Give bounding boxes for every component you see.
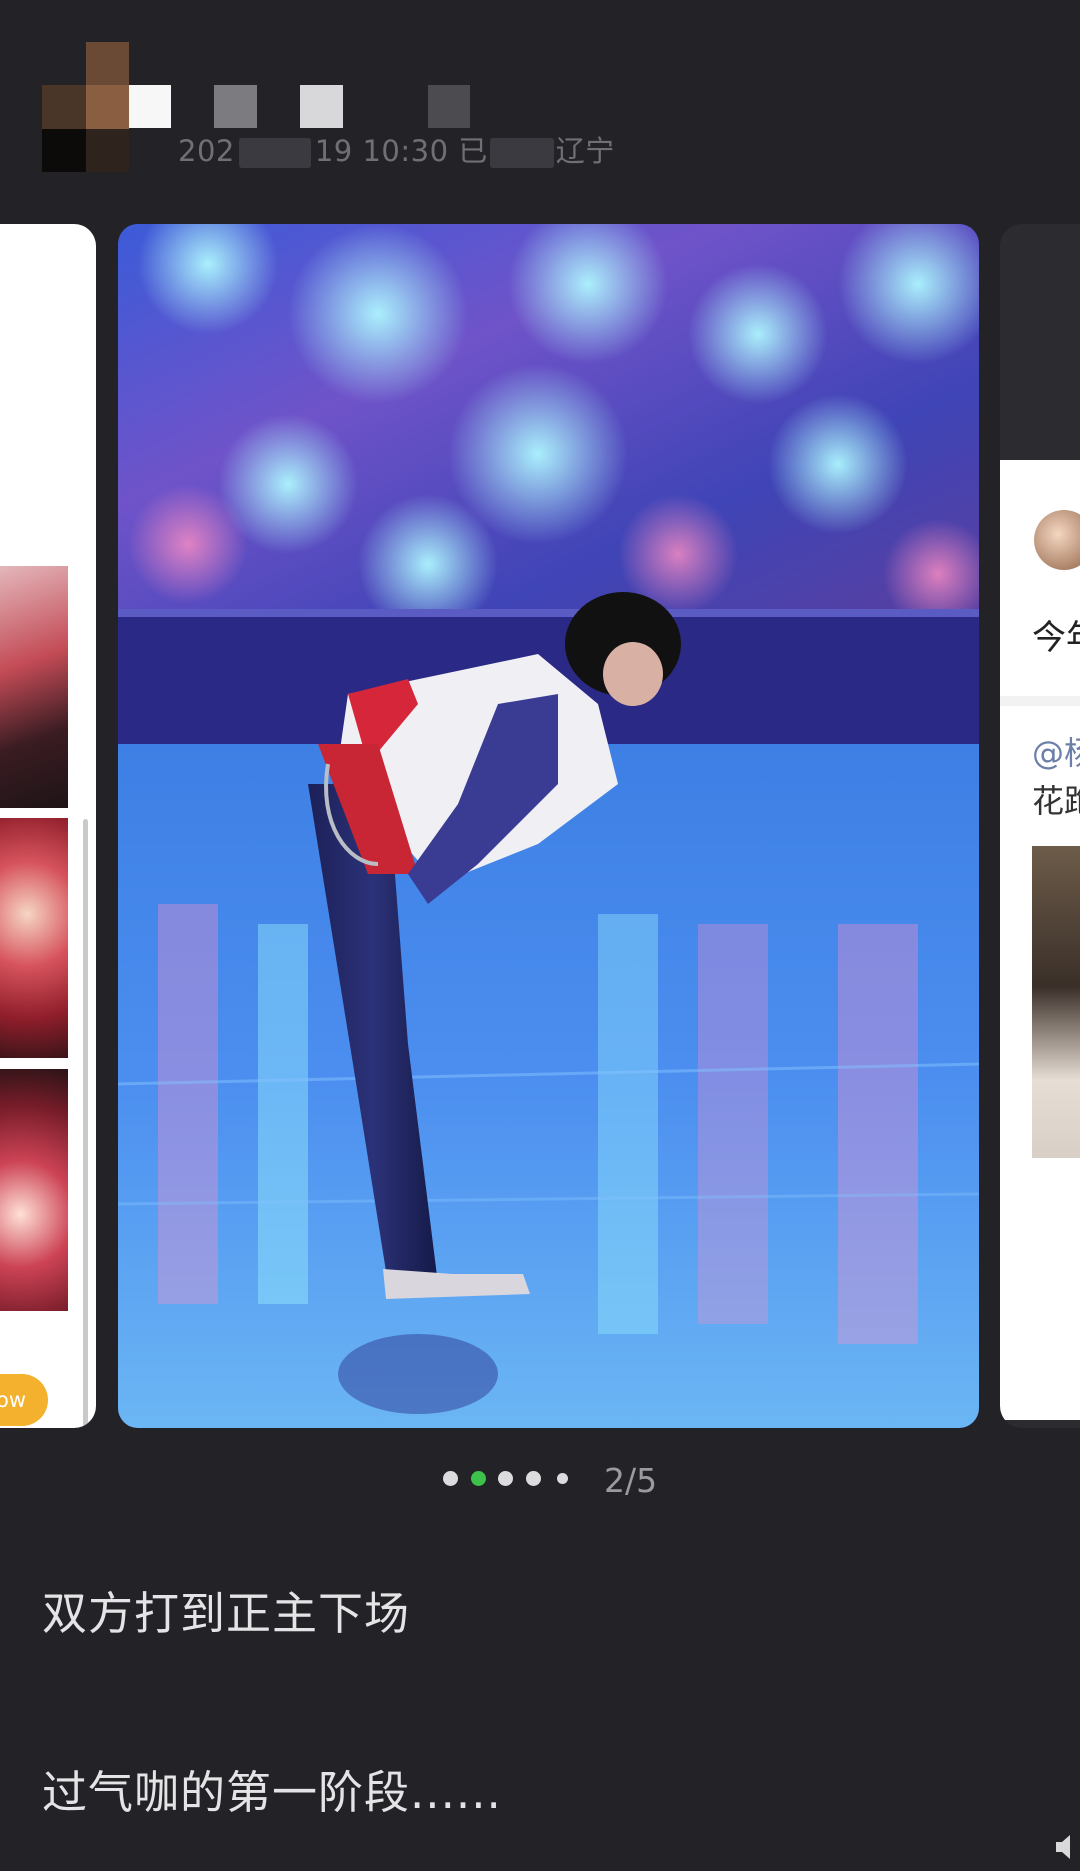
thumbnail <box>0 1069 68 1311</box>
username-mosaic <box>300 85 343 128</box>
divider <box>1000 696 1080 706</box>
page-dot[interactable] <box>557 1473 568 1484</box>
page-dot-active[interactable] <box>471 1471 486 1486</box>
speaker-icon <box>1056 1835 1070 1859</box>
post-source: 已 <box>458 134 488 168</box>
username-mosaic[interactable] <box>129 85 171 128</box>
page-dot[interactable] <box>498 1471 513 1486</box>
next-card-mention: @杨 <box>1032 734 1080 772</box>
follow-button[interactable]: ow <box>0 1374 48 1426</box>
post-date: 202 <box>178 134 235 168</box>
post-time: 19 10:30 <box>314 134 449 168</box>
next-card-text: 花跑 <box>1032 782 1080 820</box>
previous-card[interactable]: ow <box>0 224 96 1428</box>
avatar[interactable] <box>42 42 129 172</box>
caption-line-2: 过气咖的第一阶段...... <box>42 1766 502 1819</box>
next-card-image <box>1032 846 1080 1158</box>
post-location: 辽宁 <box>555 134 615 168</box>
next-card-content: 今年 @杨 花跑 <box>1000 460 1080 1420</box>
page-dot[interactable] <box>526 1471 541 1486</box>
caption-line-1: 双方打到正主下场 <box>42 1587 411 1640</box>
page-dot[interactable] <box>443 1471 458 1486</box>
page-counter: 2/5 <box>604 1461 658 1500</box>
avatar <box>1034 510 1080 570</box>
thumbnail <box>0 818 68 1058</box>
username-mosaic <box>214 85 257 128</box>
carousel-pager: 2/5 <box>0 1461 1080 1500</box>
username-mosaic <box>428 85 470 128</box>
thumbnail <box>0 566 68 808</box>
next-card[interactable]: 今年 @杨 花跑 <box>1000 224 1080 1428</box>
carousel-photo[interactable] <box>118 224 979 1428</box>
performer-photo <box>118 224 979 1428</box>
scrollbar[interactable] <box>83 819 88 1428</box>
post-meta: 202 19 10:30 已 辽宁 <box>178 128 615 170</box>
next-card-title: 今年 <box>1032 618 1080 658</box>
